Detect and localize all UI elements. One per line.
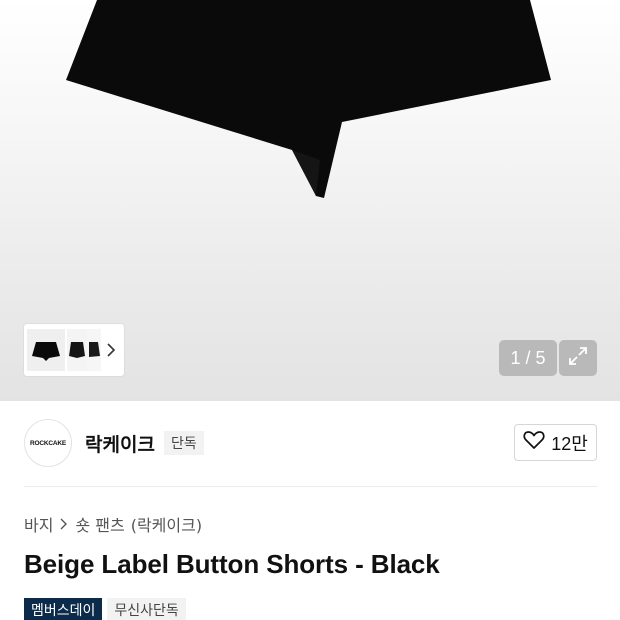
brand-logo[interactable]: ROCKCAKE — [24, 419, 72, 467]
like-count: 12만 — [551, 433, 588, 454]
brand-exclusive-tag: 단독 — [164, 431, 204, 455]
musinsa-exclusive-tag: 무신사단독 — [107, 598, 186, 620]
chevron-right-icon[interactable] — [104, 341, 118, 359]
brand-row: ROCKCAKE 락케이크 단독 12만 — [0, 401, 620, 486]
divider — [24, 486, 597, 487]
thumbnail-1[interactable] — [27, 329, 65, 371]
expand-icon — [567, 345, 589, 371]
like-button[interactable]: 12만 — [514, 424, 597, 461]
breadcrumb-item-category[interactable]: 바지 — [24, 512, 53, 536]
image-counter: 1 / 5 — [499, 340, 557, 376]
thumbnail-2[interactable] — [67, 329, 87, 371]
breadcrumb-item-subcategory[interactable]: 숏 팬츠 — [75, 512, 124, 536]
thumbnail-3[interactable] — [87, 329, 101, 371]
breadcrumb-item-brand[interactable]: (락케이크) — [131, 512, 202, 536]
chevron-right-icon — [59, 517, 69, 531]
product-image-gallery[interactable]: 1 / 5 — [0, 0, 620, 401]
thumbnail-strip[interactable] — [24, 324, 124, 376]
product-tags: 멤버스데이 무신사단독 — [24, 598, 186, 620]
product-title: Beige Label Button Shorts - Black — [24, 549, 440, 579]
breadcrumb: 바지 숏 팬츠 (락케이크) — [24, 512, 202, 536]
brand-logo-text: ROCKCAKE — [30, 439, 66, 447]
member-day-tag: 멤버스데이 — [24, 598, 103, 620]
brand-name[interactable]: 락케이크 — [85, 430, 155, 457]
expand-button[interactable] — [559, 340, 597, 376]
heart-icon — [523, 430, 545, 455]
